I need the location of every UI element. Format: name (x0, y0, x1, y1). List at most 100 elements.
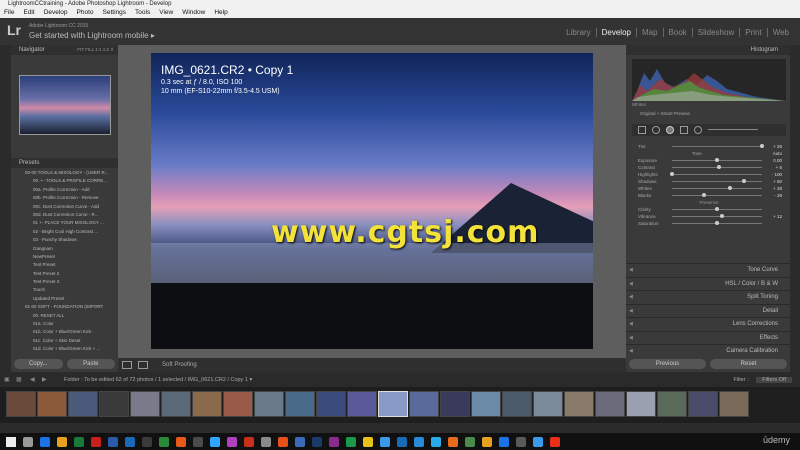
filmstrip-thumbnail[interactable] (68, 391, 98, 417)
taskbar-app-icon[interactable] (227, 436, 237, 447)
menu-item-develop[interactable]: Develop (44, 8, 68, 18)
loupe-view-icon[interactable] (122, 361, 132, 369)
taskbar-app-icon[interactable] (516, 436, 526, 447)
section-camera-calibration[interactable]: ◀ Camera Calibration (626, 344, 790, 358)
filter-control[interactable]: Filter : Filters Off (733, 374, 792, 387)
filter-value[interactable]: Filters Off (756, 377, 792, 383)
taskbar-app-icon[interactable] (108, 436, 118, 447)
section-effects[interactable]: ◀ Effects (626, 330, 790, 345)
taskbar-app-icon[interactable] (499, 436, 509, 447)
slider-value[interactable]: 0.00 (773, 157, 782, 164)
tint-knob[interactable] (760, 144, 764, 148)
taskbar-app-icon[interactable] (23, 436, 33, 447)
menu-item-settings[interactable]: Settings (103, 8, 127, 18)
taskbar-app-icon[interactable] (193, 436, 203, 447)
paste-button[interactable]: Paste (66, 359, 115, 369)
taskbar-app-icon[interactable] (125, 436, 135, 447)
forward-arrow-icon[interactable]: ▶ (42, 374, 47, 387)
slider-knob[interactable] (670, 172, 674, 176)
filmstrip-thumbnail[interactable] (564, 391, 594, 417)
menu-item-tools[interactable]: Tools (135, 8, 150, 18)
filmstrip-source-info[interactable]: Folder : To be edited 62 of 72 photos / … (64, 374, 252, 387)
graduated-filter-icon[interactable] (680, 126, 688, 134)
taskbar-app-icon[interactable] (363, 436, 373, 447)
slider-track[interactable] (672, 174, 762, 175)
taskbar-app-icon[interactable] (244, 436, 254, 447)
filmstrip-thumbnail[interactable] (471, 391, 501, 417)
slider-track[interactable] (672, 216, 762, 217)
taskbar-app-icon[interactable] (431, 436, 441, 447)
module-web[interactable]: Web (768, 28, 794, 37)
slider-value[interactable]: + 5 (776, 164, 782, 171)
section-lens-corrections[interactable]: ◀ Lens Corrections (626, 317, 790, 331)
preset-item[interactable]: NewPreset (11, 253, 118, 261)
menu-item-file[interactable]: File (4, 8, 14, 18)
slider-knob[interactable] (716, 165, 721, 169)
taskbar-app-icon[interactable] (465, 436, 475, 447)
histogram-header[interactable]: Histogram (626, 45, 790, 55)
reset-button[interactable]: Reset (710, 359, 787, 369)
taskbar-app-icon[interactable] (329, 436, 339, 447)
taskbar-app-icon[interactable] (261, 436, 271, 447)
tint-track[interactable] (672, 146, 762, 147)
taskbar-app-icon[interactable] (482, 436, 492, 447)
preset-item[interactable]: 00b. Profile Correction - Remove (11, 194, 118, 202)
preset-item[interactable]: 00-00 TOOLS & MIXOLOGY - (USER R... (11, 169, 118, 177)
module-library[interactable]: Library (561, 28, 597, 37)
filmstrip-thumbnail[interactable] (595, 391, 625, 417)
taskbar-app-icon[interactable] (414, 436, 424, 447)
filmstrip-thumbnail[interactable] (688, 391, 718, 417)
back-arrow-icon[interactable]: ◀ (30, 374, 35, 387)
navigator-header[interactable]: Navigator FIT FILL 1:1 1:2 ⇕ (11, 45, 118, 55)
secondary-display-icon[interactable]: ▣ (4, 374, 10, 387)
preset-item[interactable]: 03 - Punchy Shadows (11, 236, 118, 244)
filmstrip-thumbnail[interactable] (223, 391, 253, 417)
filmstrip-thumbnail[interactable] (533, 391, 563, 417)
preset-item[interactable]: 01a. Color (11, 320, 118, 328)
slider-knob[interactable] (715, 158, 719, 162)
taskbar-app-icon[interactable] (40, 436, 50, 447)
taskbar-app-icon[interactable] (176, 436, 186, 447)
section-split-toning[interactable]: ◀ Split Toning (626, 290, 790, 304)
taskbar-app-icon[interactable] (550, 436, 560, 447)
slider-track[interactable] (672, 195, 762, 196)
slider-value[interactable]: - 100 (772, 171, 782, 178)
slider-knob[interactable] (715, 207, 719, 211)
taskbar-app-icon[interactable] (346, 436, 356, 447)
slider-track[interactable] (672, 188, 762, 189)
taskbar-app-icon[interactable] (57, 436, 67, 447)
soft-proofing-toggle[interactable]: Soft Proofing (162, 358, 197, 372)
mobile-link[interactable]: Get started with Lightroom mobile ▸ (29, 31, 155, 40)
taskbar-app-icon[interactable] (397, 436, 407, 447)
taskbar-app-icon[interactable] (295, 436, 305, 447)
slider-value[interactable]: + 12 (773, 213, 782, 220)
slider-track[interactable] (672, 181, 762, 182)
menu-item-edit[interactable]: Edit (23, 8, 34, 18)
slider-knob[interactable] (715, 221, 719, 225)
slider-knob[interactable] (720, 214, 725, 218)
preset-item[interactable]: 00d. Dust Correction Curve - R... (11, 211, 118, 219)
slider-knob[interactable] (727, 186, 732, 190)
filmstrip-thumbnail[interactable] (347, 391, 377, 417)
filmstrip-thumbnail[interactable] (409, 391, 439, 417)
red-eye-icon[interactable] (666, 126, 674, 134)
crop-icon[interactable] (638, 126, 646, 134)
preset-item[interactable]: 01d. Color + Blue/Green Kick + ... (11, 345, 118, 353)
taskbar-app-icon[interactable] (74, 436, 84, 447)
slider-value[interactable]: + 60 (773, 178, 782, 185)
section-tone-curve[interactable]: ◀ Tone Curve (626, 263, 790, 277)
menu-item-photo[interactable]: Photo (77, 8, 94, 18)
taskbar-app-icon[interactable] (142, 436, 152, 447)
filmstrip-thumbnail[interactable] (161, 391, 191, 417)
section-detail[interactable]: ◀ Detail (626, 303, 790, 318)
grid-icon[interactable]: ▦ (16, 374, 22, 387)
spot-removal-icon[interactable] (652, 126, 660, 134)
preset-item[interactable]: 00. RESET ALL (11, 312, 118, 320)
presets-header[interactable]: Presets (11, 158, 118, 168)
filmstrip-thumbnail[interactable] (37, 391, 67, 417)
tint-value[interactable]: + 26 (773, 143, 782, 150)
slider-knob[interactable] (742, 179, 746, 183)
taskbar-app-icon[interactable] (278, 436, 288, 447)
radial-filter-icon[interactable] (694, 126, 702, 134)
preset-item[interactable]: Test Preset (11, 261, 118, 269)
